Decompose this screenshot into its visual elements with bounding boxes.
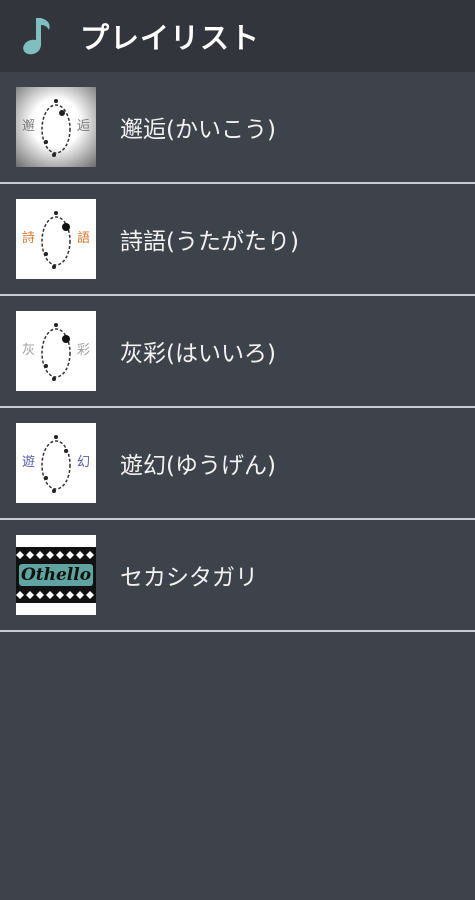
thumb-glyph-left: 詩	[22, 231, 36, 246]
album-art: 邂 逅	[16, 87, 96, 167]
thumb-glyph-right: 逅	[76, 119, 90, 134]
playlist-item-title: セカシタガリ	[120, 565, 258, 591]
music-note-icon[interactable]	[22, 14, 54, 58]
thumb-glyph-right: 彩	[76, 343, 90, 358]
playlist-item[interactable]: 遊 幻 遊幻(ゆうげん)	[0, 408, 475, 520]
playlist: 邂 逅 邂逅(かいこう) 詩 語 詩語(うたがたり) 灰 彩 灰彩(はいいろ) …	[0, 72, 475, 632]
playlist-item-title: 邂逅(かいこう)	[120, 117, 276, 143]
thumb-glyph-left: 邂	[22, 119, 36, 134]
album-art: 詩 語	[16, 199, 96, 279]
playlist-item-title: 灰彩(はいいろ)	[120, 341, 276, 367]
thumb-glyph-left: 遊	[22, 455, 36, 470]
playlist-item[interactable]: 灰 彩 灰彩(はいいろ)	[0, 296, 475, 408]
playlist-item[interactable]: Othello セカシタガリ	[0, 520, 475, 632]
album-art: Othello	[16, 535, 96, 615]
playlist-item-title: 詩語(うたがたり)	[120, 229, 299, 255]
action-bar: プレイリスト	[0, 0, 475, 72]
page-title: プレイリスト	[80, 21, 261, 55]
thumb-glyph-left: 灰	[22, 343, 36, 358]
playlist-item[interactable]: 詩 語 詩語(うたがたり)	[0, 184, 475, 296]
thumb-glyph-right: 幻	[76, 455, 90, 470]
app-screen: プレイリスト 邂 逅 邂逅(かいこう) 詩 語 詩語(うたがたり) 灰 彩 灰彩…	[0, 0, 475, 900]
thumb-glyph-right: 語	[76, 231, 90, 246]
album-art: 遊 幻	[16, 423, 96, 503]
album-art: 灰 彩	[16, 311, 96, 391]
playlist-item-title: 遊幻(ゆうげん)	[120, 453, 276, 479]
playlist-item[interactable]: 邂 逅 邂逅(かいこう)	[0, 72, 475, 184]
album-logo-text: Othello	[21, 565, 91, 585]
